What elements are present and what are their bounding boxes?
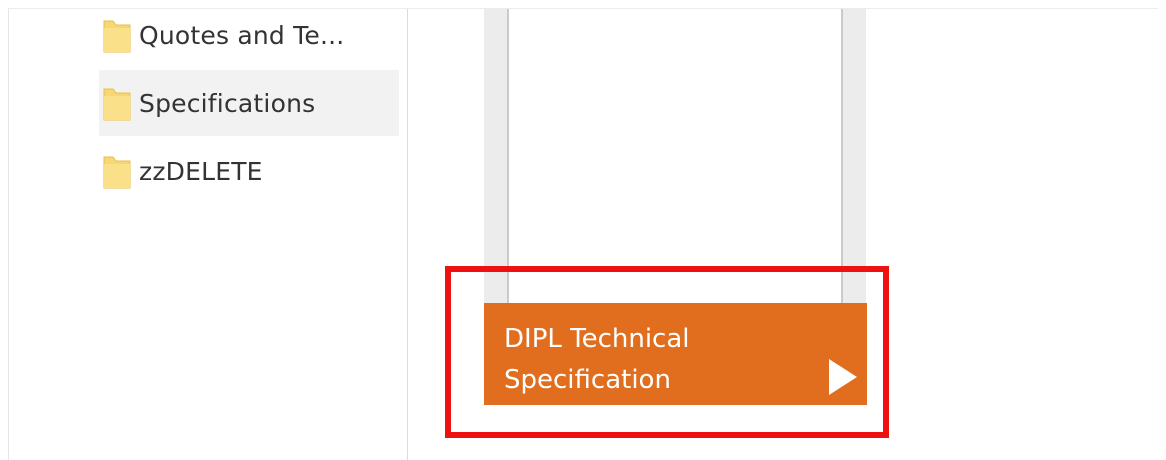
tile-title: DIPL Technical Specification bbox=[504, 319, 804, 401]
folder-icon bbox=[103, 156, 131, 189]
folder-item-specifications[interactable]: Specifications bbox=[99, 70, 399, 136]
dipl-technical-specification-tile[interactable]: DIPL Technical Specification bbox=[484, 303, 867, 405]
folder-item-label: Quotes and Te... bbox=[139, 20, 345, 50]
folder-item-label: zzDELETE bbox=[139, 156, 263, 186]
folder-icon bbox=[103, 88, 131, 121]
card-right-rail bbox=[842, 9, 866, 303]
card-left-border bbox=[507, 9, 509, 303]
folder-item-zzdelete[interactable]: zzDELETE bbox=[99, 138, 399, 204]
card-right-border bbox=[841, 9, 843, 303]
folder-item-label: Specifications bbox=[139, 88, 316, 118]
folder-icon bbox=[103, 20, 131, 53]
play-icon[interactable] bbox=[827, 357, 859, 397]
folder-item-quotes[interactable]: Quotes and Te... bbox=[99, 2, 399, 68]
tile-title-line2: Specification bbox=[504, 365, 671, 395]
card-left-rail bbox=[484, 9, 508, 303]
tile-title-line1: DIPL Technical bbox=[504, 324, 690, 354]
